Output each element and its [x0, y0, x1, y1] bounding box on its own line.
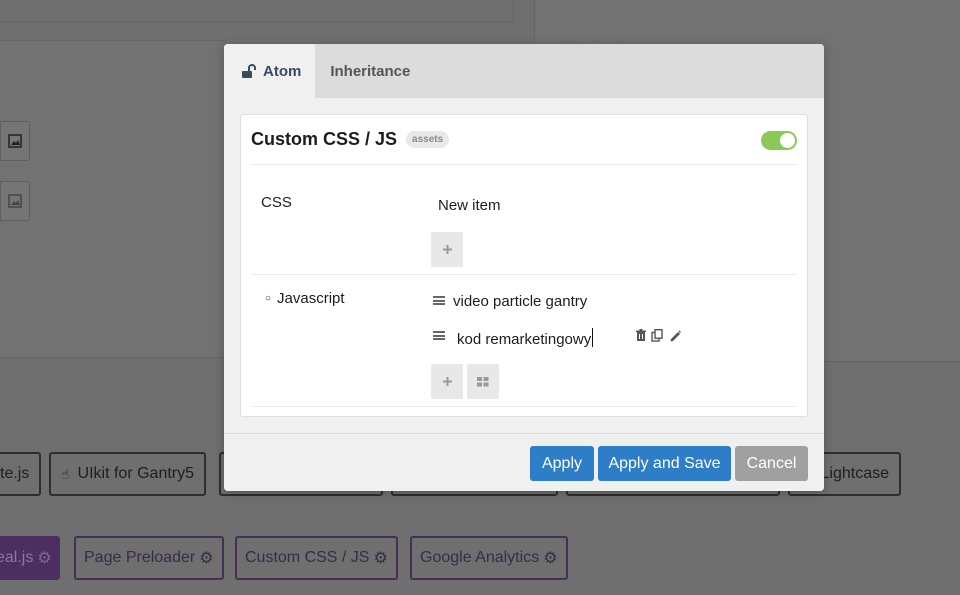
plus-icon: [442, 245, 452, 254]
bg-chip-js: te.js: [0, 452, 42, 496]
enabled-toggle[interactable]: [761, 131, 797, 150]
card-header: Custom CSS / JS assets: [251, 115, 797, 165]
bg-panel-left: [0, 40, 226, 358]
js-item-2-editing[interactable]: kod remarketingowy: [457, 328, 594, 348]
javascript-label: Javascript: [277, 290, 345, 307]
gear-icon: ⚙: [373, 550, 388, 567]
pencil-icon[interactable]: [669, 329, 681, 342]
atom-settings-modal: Atom Inheritance Custom CSS / JS assets …: [224, 44, 824, 491]
assets-badge: assets: [406, 131, 450, 148]
css-label: CSS: [261, 194, 292, 211]
bg-chip-page-preloader: Page Preloader ⚙: [74, 536, 224, 580]
trash-icon[interactable]: [635, 329, 647, 342]
tab-inheritance[interactable]: Inheritance: [315, 44, 425, 98]
js-item-1[interactable]: video particle gantry: [453, 293, 587, 310]
apply-and-save-button[interactable]: Apply and Save: [598, 446, 731, 481]
bg-chip-custom-css-js: Custom CSS / JS ⚙: [235, 536, 398, 580]
drag-handle-icon[interactable]: [433, 331, 445, 340]
bg-image-button: [0, 121, 30, 161]
modal-tabs: Atom Inheritance: [224, 44, 824, 98]
tab-inheritance-label: Inheritance: [330, 62, 411, 80]
hand-pointer-icon: ☝: [61, 465, 70, 482]
text-caret: [592, 328, 594, 347]
modal-footer: Apply Apply and Save Cancel: [224, 433, 824, 491]
card-title: Custom CSS / JS: [251, 129, 398, 149]
bullet-icon: ○: [265, 293, 272, 304]
tab-atom-label: Atom: [263, 62, 302, 80]
js-item-2: kod remarketingowy: [457, 331, 592, 348]
row-divider: [251, 274, 797, 275]
image-icon: [8, 194, 22, 208]
javascript-label-row: ○ Javascript: [265, 290, 345, 307]
bg-chip-reveal: eal.js ⚙: [0, 536, 60, 580]
copy-icon[interactable]: [651, 329, 663, 342]
toggle-knob: [780, 133, 795, 148]
unlock-icon: [242, 63, 256, 78]
drag-handle-icon[interactable]: [433, 296, 445, 305]
bg-panel-top-left: [0, 0, 514, 22]
bg-image-button: [0, 181, 30, 221]
apply-button[interactable]: Apply: [530, 446, 594, 481]
tab-atom[interactable]: Atom: [224, 44, 316, 98]
gear-icon: ⚙: [543, 550, 558, 567]
add-from-library-button[interactable]: [467, 364, 499, 399]
gear-icon: ⚙: [37, 550, 52, 567]
gear-icon: ⚙: [199, 550, 214, 567]
grid-icon: [477, 376, 489, 386]
add-css-button[interactable]: [431, 232, 463, 267]
image-icon: [8, 134, 22, 148]
css-new-item[interactable]: New item: [438, 197, 501, 214]
bg-chip-google-analytics: Google Analytics ⚙: [410, 536, 568, 580]
plus-icon: [442, 377, 452, 386]
add-js-button[interactable]: [431, 364, 463, 399]
bg-chip-uikit: ☝ UIkit for Gantry5: [49, 452, 207, 496]
row-divider: [251, 406, 797, 407]
particle-card: Custom CSS / JS assets CSS New item ○ Jav…: [240, 114, 808, 417]
cancel-button[interactable]: Cancel: [735, 446, 808, 481]
